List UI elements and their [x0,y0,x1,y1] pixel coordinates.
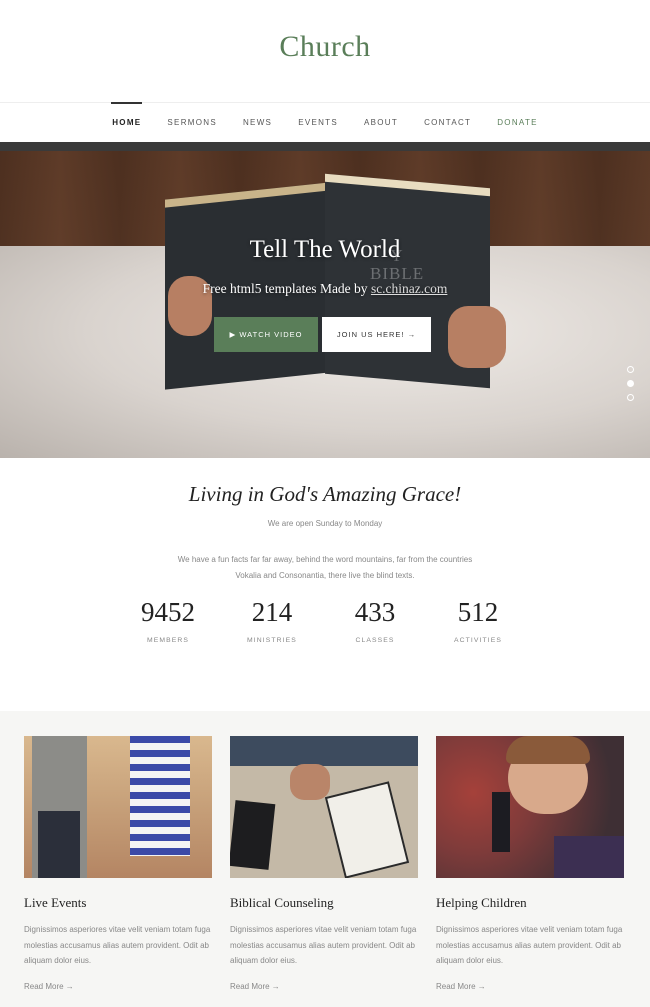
hero-hand-right [448,306,506,368]
main-nav: HOME SERMONS NEWS EVENTS ABOUT CONTACT D… [0,101,650,143]
nav-item-home[interactable]: HOME [111,101,143,143]
grace-description: We have a fun facts far far away, behind… [177,555,473,580]
card-image-bible-study[interactable] [230,736,418,878]
slider-dot-3[interactable] [627,394,634,401]
stat-ministries: 214 MINISTRIES [212,597,332,644]
nav-item-donate[interactable]: DONATE [497,103,538,143]
grace-title: Living in God's Amazing Grace! [188,482,462,506]
hero-slider: Y BIBLE Tell The World Free html5 templa… [0,151,650,458]
stat-value: 214 [251,597,293,627]
stat-label: MEMBERS [146,637,190,644]
card-title[interactable]: Helping Children [436,895,624,911]
hero-subtitle-link[interactable]: sc.chinaz.com [371,281,447,296]
card-text: Dignissimos asperiores vitae velit venia… [436,925,623,965]
card-biblical-counseling: Biblical Counseling Dignissimos asperior… [230,736,418,991]
stat-members: 9452 MEMBERS [108,597,228,644]
services-section: Live Events Dignissimos asperiores vitae… [0,711,650,1007]
stat-label: CLASSES [355,637,395,644]
slider-dot-1[interactable] [627,366,634,373]
stat-activities: 512 ACTIVITIES [418,597,538,644]
nav-item-events[interactable]: EVENTS [298,103,338,143]
slider-dots [627,366,634,408]
hero-title: Tell The World [249,236,401,263]
nav-divider-strip [0,142,650,151]
card-live-events: Live Events Dignissimos asperiores vitae… [24,736,212,991]
stat-label: MINISTRIES [247,637,297,644]
stat-value: 9452 [141,597,195,627]
stat-classes: 433 CLASSES [315,597,435,644]
stat-value: 512 [457,597,499,627]
site-logo[interactable]: Church [0,30,650,64]
stat-value: 433 [354,597,396,627]
nav-item-about[interactable]: ABOUT [364,103,398,143]
read-more-link[interactable]: Read More → [24,982,212,991]
nav-item-news[interactable]: NEWS [243,103,272,143]
stat-label: ACTIVITIES [453,637,502,644]
site-header: Church [0,0,650,102]
nav-item-contact[interactable]: CONTACT [424,103,471,143]
watch-video-button[interactable]: ▶ WATCH VIDEO [214,317,318,352]
nav-item-sermons[interactable]: SERMONS [167,103,217,143]
card-title[interactable]: Live Events [24,895,212,911]
read-more-link[interactable]: Read More → [436,982,624,991]
card-text: Dignissimos asperiores vitae velit venia… [230,925,417,965]
read-more-link[interactable]: Read More → [230,982,418,991]
slider-dot-2[interactable] [627,380,634,387]
card-image-child-praying[interactable] [436,736,624,878]
card-text: Dignissimos asperiores vitae velit venia… [24,925,211,965]
card-image-couple[interactable] [24,736,212,878]
grace-section: Living in God's Amazing Grace! We are op… [0,458,650,711]
grace-subtitle: We are open Sunday to Monday [267,519,383,528]
join-us-button[interactable]: JOIN US HERE! → [322,317,431,352]
card-title[interactable]: Biblical Counseling [230,895,418,911]
hero-subtitle: Free html5 templates Made by sc.chinaz.c… [202,281,448,296]
card-helping-children: Helping Children Dignissimos asperiores … [436,736,624,991]
